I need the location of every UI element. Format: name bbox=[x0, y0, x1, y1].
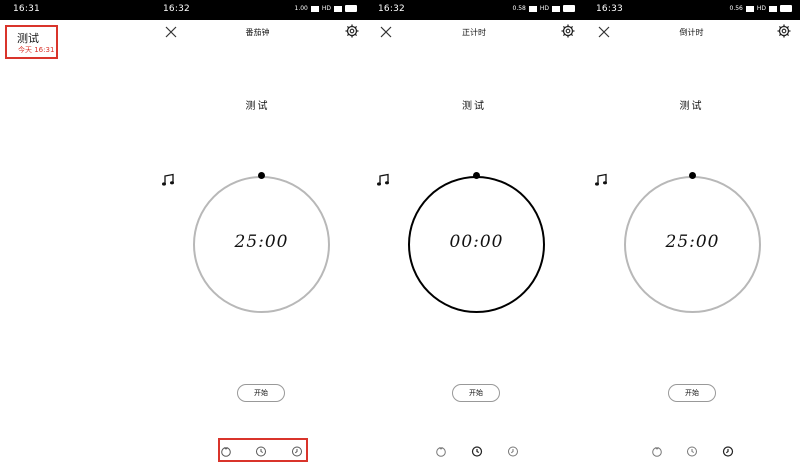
timer-handle[interactable] bbox=[689, 172, 696, 179]
stopwatch-icon[interactable] bbox=[255, 445, 267, 457]
status-time: 16:31 bbox=[13, 4, 40, 14]
stopwatch-icon[interactable] bbox=[471, 445, 483, 457]
status-icons: 0.58 HD bbox=[513, 5, 575, 12]
start-button[interactable]: 开始 bbox=[237, 384, 285, 402]
status-bar: 16:33 0.56 HD bbox=[583, 0, 800, 20]
countdown-screen: 16:33 0.56 HD 倒计时 测试 25:00 开始 bbox=[583, 0, 800, 467]
battery-icon bbox=[563, 5, 575, 12]
time-display: 25:00 bbox=[665, 232, 720, 252]
countdown-icon[interactable] bbox=[722, 445, 734, 457]
status-bar: 16:32 0.58 HD bbox=[365, 0, 583, 20]
tomato-icon[interactable] bbox=[651, 445, 663, 457]
start-button[interactable]: 开始 bbox=[452, 384, 500, 402]
battery-icon bbox=[345, 5, 357, 12]
gear-icon[interactable] bbox=[777, 24, 791, 38]
status-time: 16:32 bbox=[163, 4, 190, 14]
gear-icon[interactable] bbox=[345, 24, 359, 38]
pomodoro-screen: 16:32 1.00 HD 番茄钟 测试 25:00 开始 bbox=[150, 0, 365, 467]
task-name: 测试 bbox=[462, 101, 486, 112]
stopwatch-icon[interactable] bbox=[686, 445, 698, 457]
countdown-icon[interactable] bbox=[507, 445, 519, 457]
mode-title: 倒计时 bbox=[679, 28, 704, 37]
gear-icon[interactable] bbox=[561, 24, 575, 38]
tomato-icon[interactable] bbox=[435, 445, 447, 457]
time-display: 00:00 bbox=[449, 232, 504, 252]
task-name: 测试 bbox=[679, 101, 704, 112]
task-title[interactable]: 测试 bbox=[17, 30, 39, 46]
tomato-icon[interactable] bbox=[220, 445, 232, 457]
mode-title: 番茄钟 bbox=[245, 28, 270, 37]
countdown-icon[interactable] bbox=[291, 445, 303, 457]
timer-handle[interactable] bbox=[258, 172, 265, 179]
music-note-icon[interactable] bbox=[161, 173, 175, 187]
music-note-icon[interactable] bbox=[376, 173, 390, 187]
status-time: 16:32 bbox=[378, 4, 405, 14]
task-name: 测试 bbox=[245, 101, 270, 112]
status-icons: 0.56 HD bbox=[730, 5, 792, 12]
status-bar: 16:32 1.00 HD bbox=[150, 0, 365, 20]
status-time: 16:33 bbox=[596, 4, 623, 14]
mode-title: 正计时 bbox=[462, 28, 486, 37]
task-subtitle: 今天 16:31 bbox=[18, 46, 55, 54]
time-display: 25:00 bbox=[234, 232, 289, 252]
status-icons: 1.00 HD bbox=[295, 5, 357, 12]
timer-handle[interactable] bbox=[473, 172, 480, 179]
battery-icon bbox=[780, 5, 792, 12]
start-button[interactable]: 开始 bbox=[668, 384, 716, 402]
music-note-icon[interactable] bbox=[594, 173, 608, 187]
stopwatch-screen: 16:32 0.58 HD 正计时 测试 00:00 开始 bbox=[365, 0, 583, 467]
